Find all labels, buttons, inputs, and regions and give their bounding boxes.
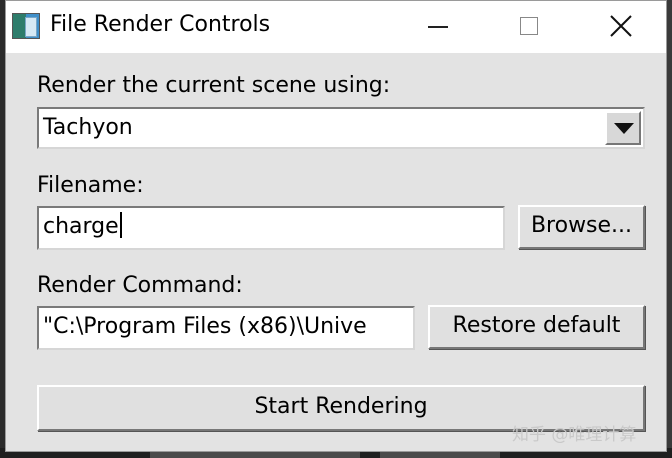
render-command-input[interactable]: "C:\Program Files (x86)\Unive <box>37 306 415 350</box>
file-render-controls-window: File Render Controls Render the current … <box>5 0 667 452</box>
render-command-label: Render Command: <box>37 273 243 298</box>
restore-default-button[interactable]: Restore default <box>428 305 645 349</box>
filename-label: Filename: <box>37 173 144 198</box>
watermark-text: 知乎 @唯理计算 <box>512 425 637 445</box>
maximize-icon[interactable] <box>484 1 576 53</box>
renderer-select[interactable]: Tachyon <box>37 107 645 149</box>
window-title: File Render Controls <box>50 12 271 37</box>
renderer-selected-value: Tachyon <box>43 115 133 140</box>
chevron-down-icon[interactable] <box>605 111 641 145</box>
filename-input[interactable]: charge <box>37 206 505 250</box>
filename-value: charge <box>43 214 119 239</box>
vmd-app-icon <box>12 13 40 39</box>
text-caret <box>119 212 122 238</box>
browse-button[interactable]: Browse... <box>518 205 645 249</box>
renderer-label: Render the current scene using: <box>37 73 391 98</box>
title-bar[interactable]: File Render Controls <box>6 1 666 53</box>
minimize-icon[interactable] <box>392 1 484 53</box>
close-icon[interactable] <box>576 1 668 53</box>
